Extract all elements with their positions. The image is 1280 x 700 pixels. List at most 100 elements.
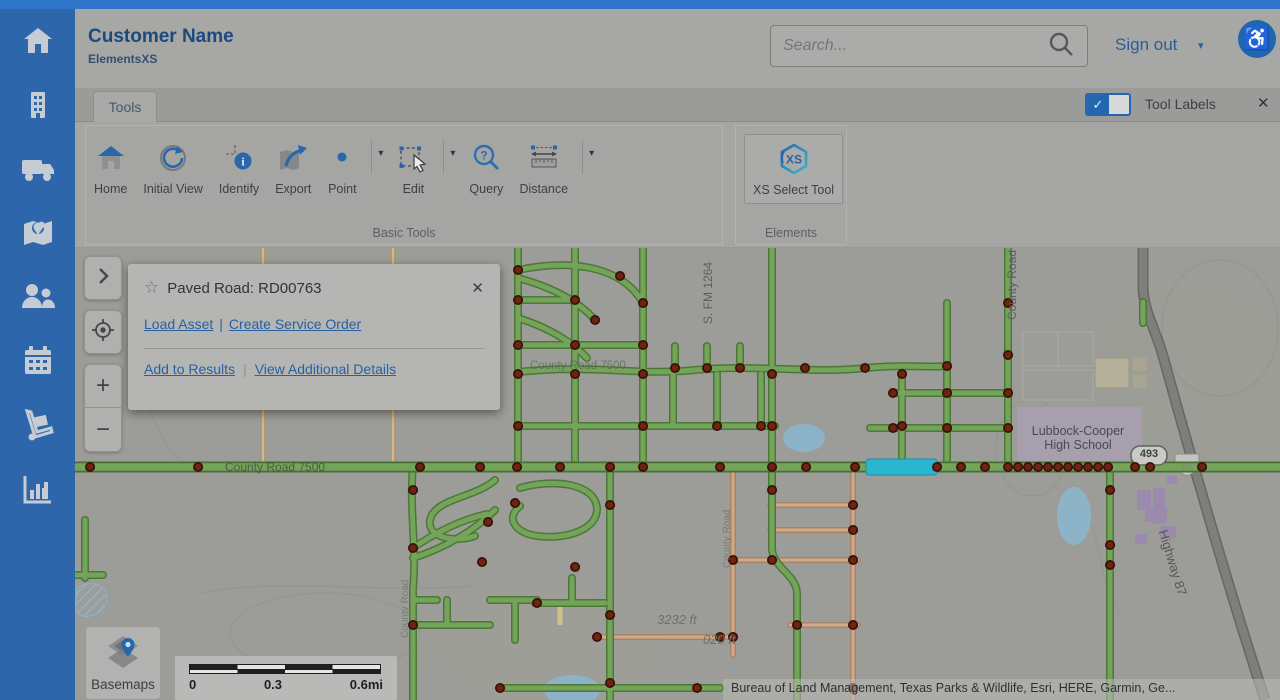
sidebar-item-facilities[interactable] (16, 87, 60, 127)
initial-view-icon (158, 140, 188, 176)
home-icon (21, 24, 55, 63)
locate-button[interactable] (84, 310, 122, 354)
point-dropdown-caret[interactable]: ▾ (378, 148, 383, 159)
load-asset-link[interactable]: Load Asset (144, 316, 213, 332)
basemaps-label: Basemaps (91, 677, 155, 692)
xs-select-tool-button[interactable]: XS XS Select Tool (744, 134, 843, 204)
sidebar-item-home[interactable] (16, 23, 60, 63)
tool-label: Point (328, 182, 357, 196)
query-button[interactable]: ? Query (461, 134, 511, 202)
sign-out-caret-icon[interactable]: ▾ (1198, 39, 1204, 52)
distance-button[interactable]: Distance (511, 134, 576, 202)
search-box[interactable] (770, 25, 1088, 67)
point-tool-button[interactable]: Point (319, 134, 365, 202)
identify-icon: i (224, 140, 254, 176)
sidebar (0, 9, 75, 700)
toggle-check-icon: ✓ (1087, 95, 1109, 114)
handtruck-icon (21, 408, 55, 447)
svg-text:XS: XS (786, 153, 802, 167)
users-icon (20, 280, 56, 319)
add-to-results-link[interactable]: Add to Results (144, 361, 235, 377)
sidebar-item-fleet[interactable] (16, 151, 60, 191)
tool-label: XS Select Tool (753, 183, 834, 197)
tool-label: Query (469, 182, 503, 196)
sidebar-item-materials[interactable] (16, 407, 60, 447)
accessibility-button[interactable]: ♿ (1238, 20, 1276, 58)
svg-text:?: ? (481, 149, 488, 163)
query-icon: ? (471, 140, 501, 176)
link-separator: | (243, 361, 247, 377)
tool-label: Home (94, 182, 127, 196)
basemaps-icon (104, 634, 142, 673)
locate-icon (91, 318, 115, 347)
chevron-right-icon (96, 267, 110, 290)
tab-bar: Tools ✓ Tool Labels ✕ (75, 88, 1280, 122)
calendar-icon (21, 344, 55, 383)
building-icon (21, 88, 55, 127)
scale-bar: 0 0.3 0.6mi (175, 656, 397, 700)
sidebar-item-map[interactable] (16, 215, 60, 255)
group-label-elements: Elements (736, 226, 846, 240)
map-pin-icon (21, 216, 55, 255)
sign-out-link[interactable]: Sign out (1115, 35, 1177, 55)
search-icon[interactable] (1047, 30, 1075, 63)
sidebar-item-schedule[interactable] (16, 343, 60, 383)
expand-panel-button[interactable] (84, 256, 122, 300)
tool-labels-label: Tool Labels (1145, 96, 1216, 112)
export-button[interactable]: Export (267, 134, 319, 202)
basemaps-button[interactable]: Basemaps (85, 626, 161, 700)
separator (443, 140, 444, 174)
tool-label: Distance (519, 182, 568, 196)
home-tool-button[interactable]: Home (86, 134, 135, 202)
separator (582, 140, 583, 174)
xs-select-icon: XS (778, 141, 810, 177)
scale-strip (189, 669, 381, 674)
create-service-order-link[interactable]: Create Service Order (229, 316, 361, 332)
popup-close-icon[interactable]: ✕ (471, 279, 484, 297)
tool-label: Identify (219, 182, 259, 196)
ribbon-toolbar: Home Initial View i Identify Export Poin… (75, 122, 1280, 248)
zoom-control: + − (84, 364, 122, 452)
page-title: Customer Name (88, 26, 234, 48)
link-separator: | (219, 316, 223, 332)
map-canvas[interactable]: S. FM 1264 County Road 2300 Lubbock-Coop… (75, 248, 1280, 700)
tool-label: Initial View (143, 182, 203, 196)
identify-popup: ☆ Paved Road: RD00763 ✕ Load Asset | Creat… (128, 264, 500, 410)
tab-tools[interactable]: Tools (93, 91, 157, 122)
group-label-basic-tools: Basic Tools (86, 226, 722, 240)
sidebar-item-people[interactable] (16, 279, 60, 319)
distance-icon (528, 140, 560, 176)
tool-labels-toggle[interactable]: ✓ (1085, 93, 1131, 116)
wheelchair-icon: ♿ (1243, 26, 1270, 52)
zoom-in-button[interactable]: + (85, 365, 121, 408)
tool-label: Edit (403, 182, 425, 196)
scale-end: 0.6mi (350, 677, 383, 692)
app-header: Customer Name ElementsXS Sign out ▾ ♿ (75, 9, 1280, 88)
export-icon (277, 140, 309, 176)
group-basic-tools: Home Initial View i Identify Export Poin… (85, 125, 723, 245)
edit-dropdown-caret[interactable]: ▾ (450, 148, 455, 159)
selected-road-segment (866, 459, 937, 475)
view-additional-details-link[interactable]: View Additional Details (255, 361, 396, 377)
zoom-out-button[interactable]: − (85, 408, 121, 451)
identify-button[interactable]: i Identify (211, 134, 267, 202)
top-accent-strip (0, 0, 1280, 9)
scale-mid: 0.3 (264, 677, 282, 692)
favorite-star-icon[interactable]: ☆ (144, 278, 159, 298)
search-input[interactable] (783, 37, 1047, 55)
map-attribution: Bureau of Land Management, Texas Parks &… (723, 679, 1280, 700)
point-icon (327, 140, 357, 176)
tool-label: Export (275, 182, 311, 196)
separator (371, 140, 372, 174)
popup-divider (144, 348, 484, 349)
group-elements: XS XS Select Tool Elements (735, 125, 847, 245)
edit-tool-button[interactable]: Edit (389, 134, 437, 202)
app-name: ElementsXS (88, 52, 157, 66)
scale-start: 0 (189, 677, 196, 692)
popup-title: Paved Road: RD00763 (167, 280, 321, 297)
bar-chart-icon (21, 472, 55, 511)
initial-view-button[interactable]: Initial View (135, 134, 211, 202)
distance-dropdown-caret[interactable]: ▾ (589, 148, 594, 159)
close-icon[interactable]: ✕ (1257, 94, 1270, 112)
sidebar-item-reports[interactable] (16, 471, 60, 511)
